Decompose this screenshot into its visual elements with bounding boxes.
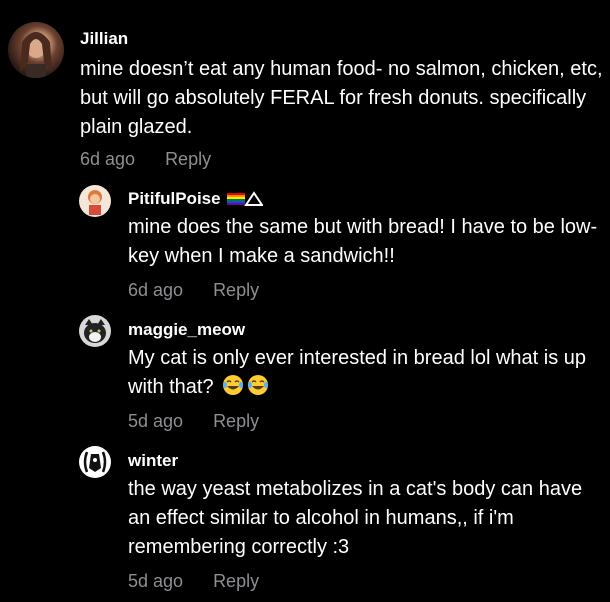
avatar[interactable] [79,446,111,478]
timestamp: 5d ago [128,571,184,591]
comment-meta: 5d ago Reply [128,411,259,432]
username-text: winter [128,451,179,470]
username-text: PitifulPoise [128,189,221,208]
timestamp: 5d ago [128,411,184,431]
comment-thread: Jillian mine doesn’t eat any human food-… [0,0,610,602]
reply-button[interactable]: Reply [213,280,259,300]
reply-button[interactable]: Reply [165,149,211,169]
tears-of-joy-emoji [247,374,269,396]
tears-of-joy-emoji [222,374,244,396]
comment-meta: 6d ago Reply [80,149,211,170]
comment-text: mine doesn’t eat any human food- no salm… [80,58,603,138]
username[interactable]: maggie_meow [128,320,245,340]
username[interactable]: PitifulPoise [128,189,263,209]
username[interactable]: Jillian [80,29,128,49]
comment-meta: 5d ago Reply [128,571,259,592]
username-text: maggie_meow [128,320,246,339]
avatar[interactable] [79,185,111,217]
comment-text-content: My cat is only ever interested in bread … [128,347,586,398]
avatar[interactable] [8,22,64,78]
reply-button[interactable]: Reply [213,571,259,591]
comment-text: the way yeast metabolizes in a cat's bod… [128,478,583,558]
comment-meta: 6d ago Reply [128,280,259,301]
username-text: Jillian [80,29,129,48]
rainbow-flag-triangle-icon [226,191,263,207]
username[interactable]: winter [128,451,178,471]
comment-text: mine does the same but with bread! I hav… [128,216,598,267]
avatar[interactable] [79,315,111,347]
timestamp: 6d ago [80,149,136,169]
comment-text: My cat is only ever interested in bread … [128,344,606,402]
reply-button[interactable]: Reply [213,411,259,431]
timestamp: 6d ago [128,280,184,300]
